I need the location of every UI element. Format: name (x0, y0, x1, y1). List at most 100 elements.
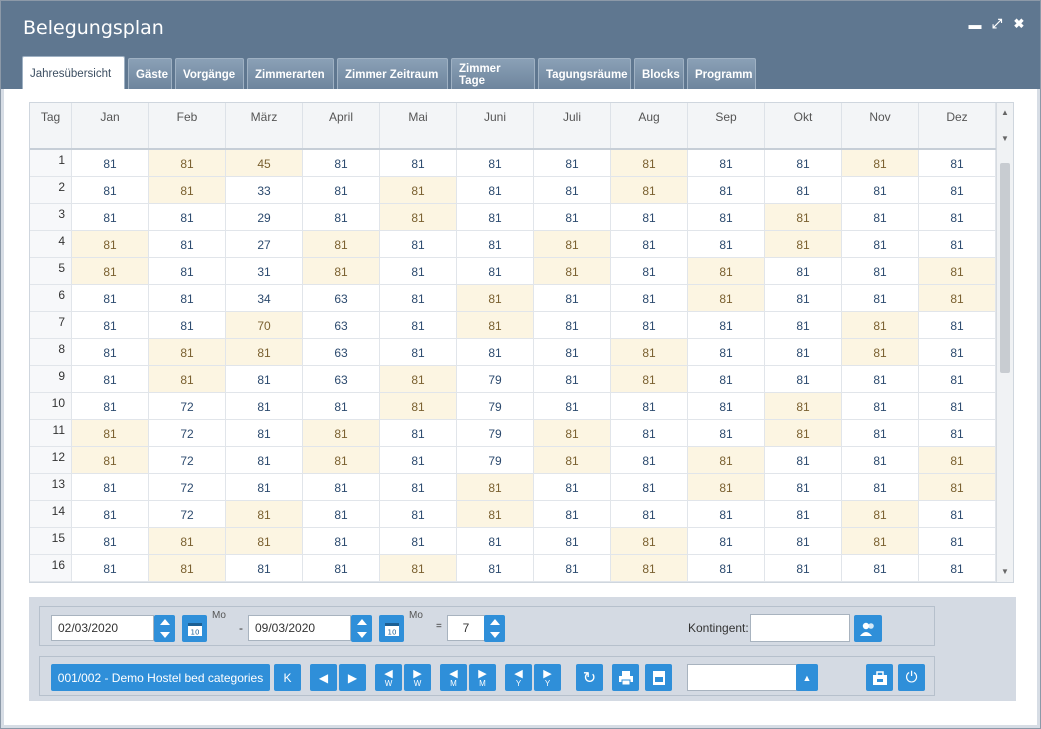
availability-cell[interactable]: 81 (611, 474, 688, 500)
availability-cell[interactable]: 81 (380, 366, 457, 392)
availability-cell[interactable]: 81 (226, 474, 303, 500)
availability-cell[interactable]: 81 (72, 447, 149, 473)
date-to-calendar-button[interactable]: 10 (379, 615, 404, 642)
availability-cell[interactable]: 81 (380, 150, 457, 176)
availability-cell[interactable]: 34 (226, 285, 303, 311)
availability-cell[interactable]: 81 (226, 366, 303, 392)
scroll-up-icon[interactable]: ▼ (997, 131, 1013, 147)
next-day-button[interactable]: ▶ (339, 664, 366, 691)
month-header[interactable]: Dez (919, 103, 996, 148)
prev-week-button[interactable]: ◀ W (375, 664, 402, 691)
availability-cell[interactable]: 81 (919, 528, 996, 554)
availability-cell[interactable]: 81 (72, 177, 149, 203)
availability-cell[interactable]: 81 (149, 258, 226, 284)
availability-cell[interactable]: 81 (765, 339, 842, 365)
k-button[interactable]: K (274, 664, 301, 691)
contacts-button[interactable] (854, 615, 882, 642)
availability-cell[interactable]: 81 (303, 501, 380, 527)
availability-cell[interactable]: 81 (842, 420, 919, 446)
availability-cell[interactable]: 81 (611, 204, 688, 230)
month-header[interactable]: Sep (688, 103, 765, 148)
date-from-input[interactable]: 02/03/2020 (51, 615, 154, 641)
availability-cell[interactable]: 33 (226, 177, 303, 203)
availability-cell[interactable]: 81 (842, 312, 919, 338)
availability-cell[interactable]: 79 (457, 447, 534, 473)
availability-cell[interactable]: 81 (919, 258, 996, 284)
tab-3[interactable]: Zimmerarten (247, 58, 334, 90)
tab-2[interactable]: Vorgänge (175, 58, 244, 90)
availability-cell[interactable]: 81 (72, 366, 149, 392)
vertical-scrollbar[interactable]: ▲ ▼ ▼ (996, 103, 1013, 582)
availability-cell[interactable]: 81 (688, 339, 765, 365)
availability-cell[interactable]: 81 (688, 474, 765, 500)
availability-cell[interactable]: 29 (226, 204, 303, 230)
availability-cell[interactable]: 81 (380, 339, 457, 365)
next-week-button[interactable]: ▶ W (404, 664, 431, 691)
availability-cell[interactable]: 81 (149, 555, 226, 581)
refresh-button[interactable]: ↻ (576, 664, 603, 691)
availability-cell[interactable]: 81 (303, 393, 380, 419)
availability-cell[interactable]: 79 (457, 393, 534, 419)
availability-cell[interactable]: 81 (842, 204, 919, 230)
tab-0[interactable]: Jahresübersicht (22, 56, 125, 90)
availability-cell[interactable]: 81 (72, 393, 149, 419)
availability-cell[interactable]: 81 (303, 204, 380, 230)
close-icon[interactable]: ✖ (1012, 16, 1026, 31)
availability-cell[interactable]: 81 (611, 501, 688, 527)
category-button[interactable]: 001/002 - Demo Hostel bed categories (51, 664, 270, 691)
availability-cell[interactable]: 81 (380, 501, 457, 527)
days-spinner[interactable] (484, 615, 505, 642)
availability-cell[interactable]: 81 (688, 258, 765, 284)
availability-cell[interactable]: 81 (534, 177, 611, 203)
availability-cell[interactable]: 81 (611, 339, 688, 365)
month-header[interactable]: Nov (842, 103, 919, 148)
availability-cell[interactable]: 81 (534, 474, 611, 500)
availability-cell[interactable]: 81 (534, 393, 611, 419)
availability-cell[interactable]: 81 (149, 312, 226, 338)
availability-cell[interactable]: 63 (303, 312, 380, 338)
availability-cell[interactable]: 81 (72, 339, 149, 365)
month-header[interactable]: Juli (534, 103, 611, 148)
availability-cell[interactable]: 81 (72, 258, 149, 284)
availability-cell[interactable]: 81 (611, 285, 688, 311)
availability-cell[interactable]: 81 (842, 150, 919, 176)
tab-4[interactable]: Zimmer Zeitraum (337, 58, 448, 90)
availability-cell[interactable]: 81 (149, 204, 226, 230)
prev-year-button[interactable]: ◀ Y (505, 664, 532, 691)
availability-cell[interactable]: 81 (380, 528, 457, 554)
availability-cell[interactable]: 81 (226, 501, 303, 527)
availability-cell[interactable]: 81 (303, 474, 380, 500)
availability-cell[interactable]: 81 (919, 339, 996, 365)
availability-cell[interactable]: 81 (72, 555, 149, 581)
availability-cell[interactable]: 81 (534, 312, 611, 338)
availability-cell[interactable]: 81 (688, 150, 765, 176)
availability-cell[interactable]: 81 (149, 339, 226, 365)
availability-cell[interactable]: 81 (611, 312, 688, 338)
availability-cell[interactable]: 81 (765, 420, 842, 446)
availability-cell[interactable]: 79 (457, 366, 534, 392)
availability-cell[interactable]: 81 (688, 393, 765, 419)
availability-cell[interactable]: 81 (149, 366, 226, 392)
availability-cell[interactable]: 81 (534, 447, 611, 473)
availability-cell[interactable]: 81 (457, 177, 534, 203)
availability-cell[interactable]: 81 (919, 393, 996, 419)
availability-cell[interactable]: 81 (380, 420, 457, 446)
availability-cell[interactable]: 81 (303, 555, 380, 581)
availability-cell[interactable]: 81 (72, 420, 149, 446)
availability-cell[interactable]: 81 (842, 555, 919, 581)
availability-cell[interactable]: 81 (765, 312, 842, 338)
availability-cell[interactable]: 81 (765, 555, 842, 581)
availability-cell[interactable]: 81 (765, 204, 842, 230)
availability-cell[interactable]: 81 (457, 150, 534, 176)
availability-cell[interactable]: 81 (380, 258, 457, 284)
availability-cell[interactable]: 81 (842, 258, 919, 284)
power-button[interactable]: ⏻ (898, 664, 925, 691)
availability-cell[interactable]: 81 (611, 177, 688, 203)
availability-cell[interactable]: 72 (149, 447, 226, 473)
availability-cell[interactable]: 81 (688, 231, 765, 257)
availability-cell[interactable]: 63 (303, 366, 380, 392)
availability-cell[interactable]: 81 (72, 150, 149, 176)
availability-cell[interactable]: 81 (534, 501, 611, 527)
next-year-button[interactable]: ▶ Y (534, 664, 561, 691)
availability-cell[interactable]: 81 (688, 555, 765, 581)
